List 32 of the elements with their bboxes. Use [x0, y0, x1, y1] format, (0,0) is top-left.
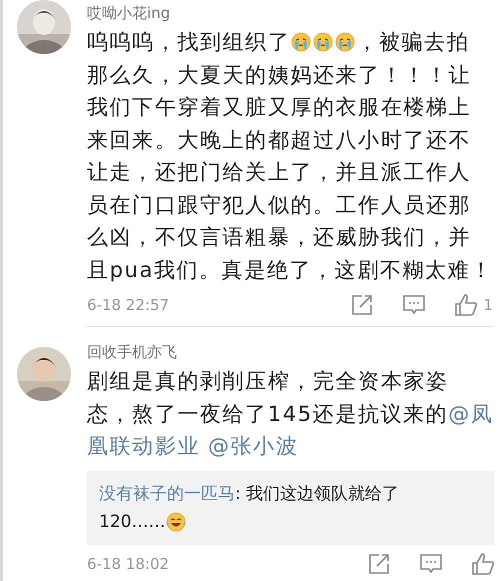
comment-text: 120……: [99, 510, 166, 534]
comment-text: 剧组是真的剥削压榨，完全资本家姿: [87, 368, 449, 395]
timestamp: 6-18 22:57: [87, 296, 170, 314]
comment-text: 员在门口跟守犯人似的。工作人员还那: [87, 192, 472, 218]
comment-text: ，被骗去拍: [356, 29, 470, 56]
comment-text: 且pua我们。真是绝了，这剧不糊太难！: [87, 256, 493, 284]
comment-icon[interactable]: [403, 294, 426, 316]
comment-text: 让走，还把门给关上了，并且派工作人: [87, 159, 472, 186]
comment-text: 态，熬了一夜给了145还是抗议来的: [87, 400, 448, 428]
share-icon[interactable]: [351, 294, 374, 316]
comment-text: : 我们这边领队就给了: [235, 482, 400, 506]
crying-emoji-icon: [291, 32, 312, 52]
thumbs-up-icon[interactable]: [472, 552, 494, 574]
comment-text: 么凶，不仅言语粗暴，还威胁我们，并: [87, 224, 472, 251]
comment-text: 来回来。大晚上的都超过八小时了还不: [87, 126, 472, 154]
laughing-emoji-icon: [166, 512, 186, 532]
crying-emoji-icon: [313, 32, 334, 52]
mention-link[interactable]: @张小波: [208, 430, 298, 462]
username[interactable]: 哎呦小花ing: [87, 2, 493, 24]
comment-text: 呜呜呜，找到组织了: [87, 29, 290, 56]
share-icon[interactable]: [368, 552, 390, 574]
comment-text: 我们下午穿着又脏又厚的衣服在楼梯上: [87, 94, 472, 121]
timestamp: 6-18 18:02: [87, 554, 170, 572]
mention-link[interactable]: @凤: [448, 398, 494, 430]
comment-icon[interactable]: [420, 552, 442, 574]
username[interactable]: 回收手机亦飞: [87, 341, 494, 363]
comment-text: 那么久，大夏天的姨妈还来了！！！让: [87, 62, 472, 88]
reply-username[interactable]: 没有袜子的一匹马: [99, 480, 235, 508]
crying-emoji-icon: [335, 32, 356, 52]
mention-link[interactable]: 凰联动影业: [87, 430, 200, 462]
like-count: 1: [483, 296, 493, 314]
thumbs-up-icon[interactable]: [455, 294, 478, 316]
